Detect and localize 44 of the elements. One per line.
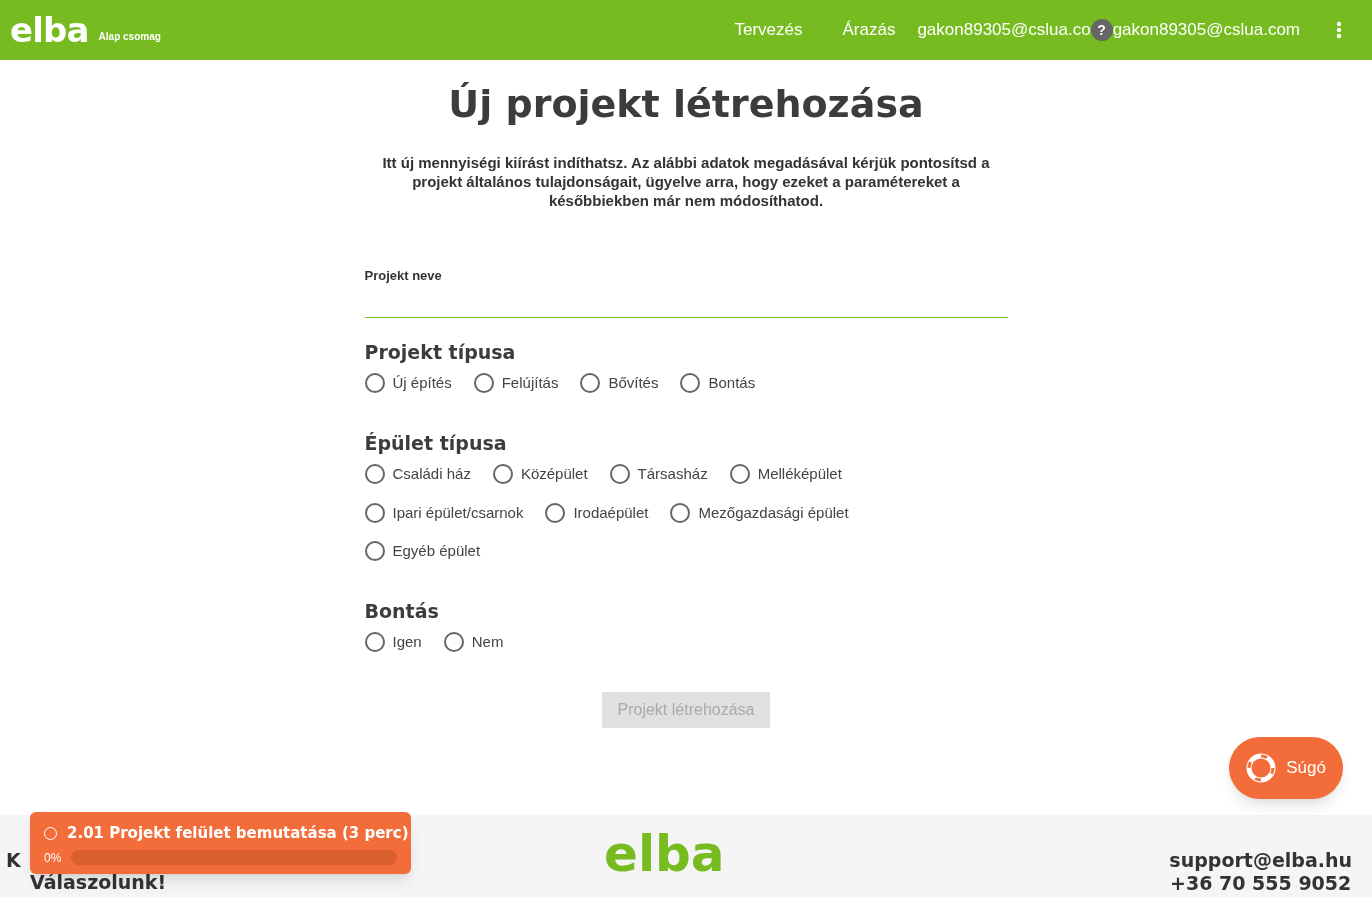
radio-option[interactable]: Bővítés [580,372,659,395]
radio-option[interactable]: Családi ház [364,463,471,486]
plan-label: Alap csomag [98,29,161,44]
toast-title: 2.01 Projekt felület bemutatása (3 perc) [67,823,409,844]
radio-button[interactable] [364,502,385,523]
radio-button[interactable] [473,373,494,394]
radio-option[interactable]: Ipari épület/csarnok [364,501,524,524]
field-label: Projekt neve [364,267,443,285]
radio-button[interactable] [364,541,385,562]
radio-button[interactable] [609,464,630,485]
radio-button[interactable] [364,464,385,485]
footer-logo: elba [604,829,725,879]
contact-text: support@elba.hu [1169,849,1352,872]
footer-text: Válaszolunk! [30,871,167,893]
radio-button[interactable] [680,373,701,394]
radio-button[interactable] [545,502,566,523]
radio-button[interactable] [729,464,750,485]
radio-button[interactable] [580,373,601,394]
section-heading: Bontás [364,598,440,624]
radio-button[interactable] [364,632,385,653]
radio-option[interactable]: Felújítás [473,372,559,395]
footer-text: K [6,849,21,871]
intro-text: Itt új mennyiségi kiírást indíthatsz. Az alábbi adatok megadásával kérjük pontosítsd a projekt általános tulajdonságait, ügyelve arra, hogy ezeket a paramétereket a későbbiekben már nem módosíthatod. [381,153,991,210]
radio-option[interactable]: Melléképület [729,463,842,486]
section-heading: Épület típusa [364,430,508,456]
page-title: Új projekt létrehozása [448,81,924,128]
radio-option[interactable]: Mezőgazdasági épület [670,501,849,524]
radio-button[interactable] [670,502,691,523]
radio-option[interactable]: Bontás [680,372,756,395]
radio-option[interactable]: Irodaépület [545,501,649,524]
lifebuoy-icon [1246,753,1277,783]
help-icon[interactable]: ? [1090,19,1113,41]
contact-text: +36 70 555 9052 [1170,872,1352,895]
radio-option[interactable]: Nem [443,631,504,654]
section-heading: Projekt típusa [364,339,517,365]
radio-button[interactable] [492,464,513,485]
progress-percent: 0% [44,849,62,867]
radio-option[interactable]: Társasház [609,463,708,486]
radio-option[interactable]: Igen [364,631,422,654]
radio-option[interactable]: Új építés [364,372,452,395]
radio-button[interactable] [443,632,464,653]
radio-option[interactable]: Egyéb épület [364,540,481,563]
radio-option[interactable]: Középület [492,463,588,486]
radio-button[interactable] [364,373,385,394]
